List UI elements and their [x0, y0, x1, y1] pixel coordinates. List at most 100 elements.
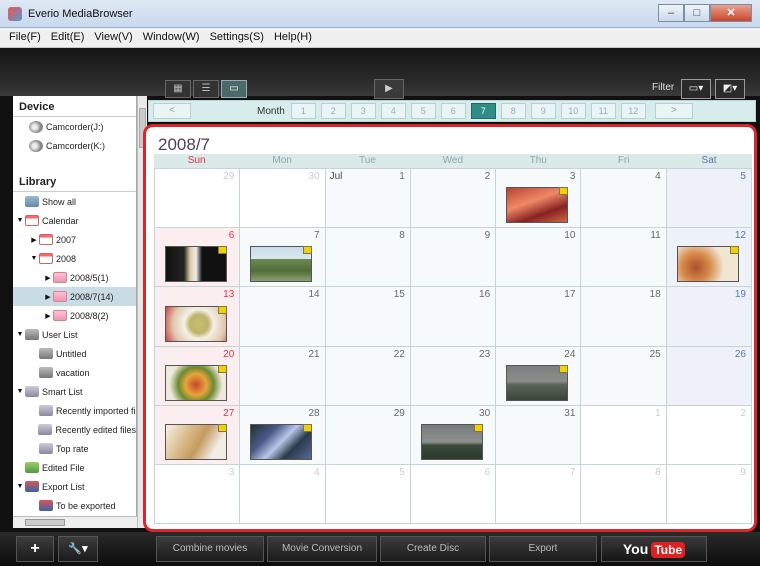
device-item[interactable]: Camcorder(K:) [13, 136, 136, 155]
calendar-day-cell[interactable]: 2 [666, 405, 752, 465]
thumbnail-view-button[interactable]: ▦ [165, 80, 191, 98]
calendar-day-cell[interactable]: 5 [325, 464, 411, 524]
calendar-view-button[interactable]: ▭ [221, 80, 247, 98]
library-item[interactable]: ▼ Calendar [13, 211, 136, 230]
calendar-day-cell[interactable]: 31 [496, 405, 582, 465]
library-item[interactable]: Show all [13, 192, 136, 211]
library-item[interactable]: Untitled [13, 344, 136, 363]
next-month-button[interactable]: > [654, 103, 693, 119]
calendar-day-cell[interactable]: 1 [581, 405, 667, 465]
month-button-11[interactable]: 11 [590, 103, 616, 119]
calendar-day-cell[interactable]: 11 [581, 228, 667, 288]
calendar-day-cell[interactable]: 6 [410, 464, 497, 524]
expanded-arrow-icon[interactable]: ▼ [15, 388, 25, 395]
calendar-day-cell[interactable]: 19 [666, 287, 752, 347]
calendar-day-cell[interactable]: 29 [325, 405, 411, 465]
library-item[interactable]: ▼ User List [13, 325, 136, 344]
movie-conversion-button[interactable]: Movie Conversion [267, 536, 377, 562]
calendar-day-cell[interactable]: 7 [240, 228, 326, 288]
calendar-day-cell[interactable]: 9 [410, 228, 497, 288]
menu-view[interactable]: View(V) [89, 28, 137, 47]
calendar-day-cell[interactable]: 8 [581, 464, 667, 524]
expanded-arrow-icon[interactable]: ▼ [29, 255, 39, 262]
library-item[interactable]: Recently imported fi [13, 401, 136, 420]
calendar-day-cell[interactable]: 8 [325, 228, 411, 288]
calendar-day-cell[interactable]: 28 [240, 405, 326, 465]
collapsed-arrow-icon[interactable]: ▶ [43, 274, 53, 282]
library-item[interactable]: vacation [13, 363, 136, 382]
menu-edit[interactable]: Edit(E) [46, 28, 90, 47]
calendar-day-cell[interactable]: 23 [410, 346, 497, 406]
media-thumbnail[interactable] [250, 246, 313, 283]
export-button[interactable]: Export [489, 536, 597, 562]
calendar-day-cell[interactable]: 17 [496, 287, 582, 347]
month-button-3[interactable]: 3 [350, 103, 376, 119]
calendar-day-cell[interactable]: 15 [325, 287, 411, 347]
library-item[interactable]: ▶ 2008/7(14) [13, 287, 136, 306]
calendar-day-cell[interactable]: 16 [410, 287, 497, 347]
calendar-day-cell[interactable]: 5 [666, 169, 752, 229]
library-item[interactable]: ▶ 2008/8(2) [13, 306, 136, 325]
library-item[interactable]: ▼ 2008 [13, 249, 136, 268]
list-view-button[interactable]: ☰ [193, 80, 219, 98]
month-button-10[interactable]: 10 [560, 103, 586, 119]
media-thumbnail[interactable] [165, 423, 227, 460]
calendar-day-cell[interactable]: 3 [155, 464, 241, 524]
menu-file[interactable]: File(F) [4, 28, 46, 47]
calendar-day-cell[interactable]: 21 [240, 346, 326, 406]
month-button-2[interactable]: 2 [320, 103, 346, 119]
calendar-day-cell[interactable]: 4 [581, 169, 667, 229]
add-button[interactable]: + [16, 536, 54, 562]
menu-settings[interactable]: Settings(S) [205, 28, 269, 47]
month-button-4[interactable]: 4 [380, 103, 406, 119]
calendar-day-cell[interactable]: 4 [240, 464, 326, 524]
calendar-day-cell[interactable]: 10 [496, 228, 582, 288]
media-thumbnail[interactable] [165, 246, 227, 283]
calendar-day-cell[interactable]: 2 [410, 169, 497, 229]
collapsed-arrow-icon[interactable]: ▶ [43, 293, 53, 301]
library-item[interactable]: ▼ Smart List [13, 382, 136, 401]
prev-month-button[interactable]: < [153, 103, 191, 119]
calendar-day-cell[interactable]: 3 [496, 169, 582, 229]
month-button-1[interactable]: 1 [290, 103, 316, 119]
close-button[interactable]: ✕ [710, 4, 752, 22]
library-item[interactable]: Edited File [13, 458, 136, 477]
calendar-day-cell[interactable]: 30 [240, 169, 326, 229]
calendar-day-cell[interactable]: 29 [155, 169, 241, 229]
device-item[interactable]: Camcorder(J:) [13, 117, 136, 136]
month-button-8[interactable]: 8 [500, 103, 526, 119]
media-thumbnail[interactable] [420, 423, 483, 460]
month-button-9[interactable]: 9 [530, 103, 556, 119]
media-thumbnail[interactable] [165, 305, 227, 342]
filter-type-button[interactable]: ▭▾ [681, 79, 711, 99]
calendar-day-cell[interactable]: 25 [581, 346, 667, 406]
filter-rating-button[interactable]: ◩▾ [715, 79, 745, 99]
month-button-6[interactable]: 6 [440, 103, 466, 119]
hscroll-thumb[interactable] [25, 519, 65, 526]
slideshow-icon[interactable]: ▶ [374, 79, 404, 99]
collapsed-arrow-icon[interactable]: ▶ [43, 312, 53, 320]
menu-window[interactable]: Window(W) [138, 28, 205, 47]
menu-help[interactable]: Help(H) [269, 28, 317, 47]
calendar-day-cell[interactable]: 6 [155, 228, 241, 288]
calendar-day-cell[interactable]: 22 [325, 346, 411, 406]
expanded-arrow-icon[interactable]: ▼ [15, 331, 25, 338]
month-button-5[interactable]: 5 [410, 103, 436, 119]
combine-movies-button[interactable]: Combine movies [156, 536, 264, 562]
create-disc-button[interactable]: Create Disc [380, 536, 486, 562]
calendar-day-cell[interactable]: 12 [666, 228, 752, 288]
calendar-day-cell[interactable]: 24 [496, 346, 582, 406]
library-item[interactable]: ▼ Export List [13, 477, 136, 496]
calendar-day-cell[interactable]: 7 [496, 464, 582, 524]
sidebar-hscrollbar[interactable] [13, 516, 137, 528]
media-thumbnail[interactable] [250, 423, 313, 460]
month-button-12[interactable]: 12 [620, 103, 646, 119]
minimize-button[interactable]: – [658, 4, 684, 22]
library-item[interactable]: ▶ 2007 [13, 230, 136, 249]
expanded-arrow-icon[interactable]: ▼ [15, 483, 25, 490]
month-button-7[interactable]: 7 [470, 103, 496, 119]
youtube-upload-button[interactable]: You Tube [601, 536, 707, 562]
calendar-day-cell[interactable]: 9 [666, 464, 752, 524]
calendar-day-cell[interactable]: 13 [155, 287, 241, 347]
media-thumbnail[interactable] [506, 364, 569, 401]
